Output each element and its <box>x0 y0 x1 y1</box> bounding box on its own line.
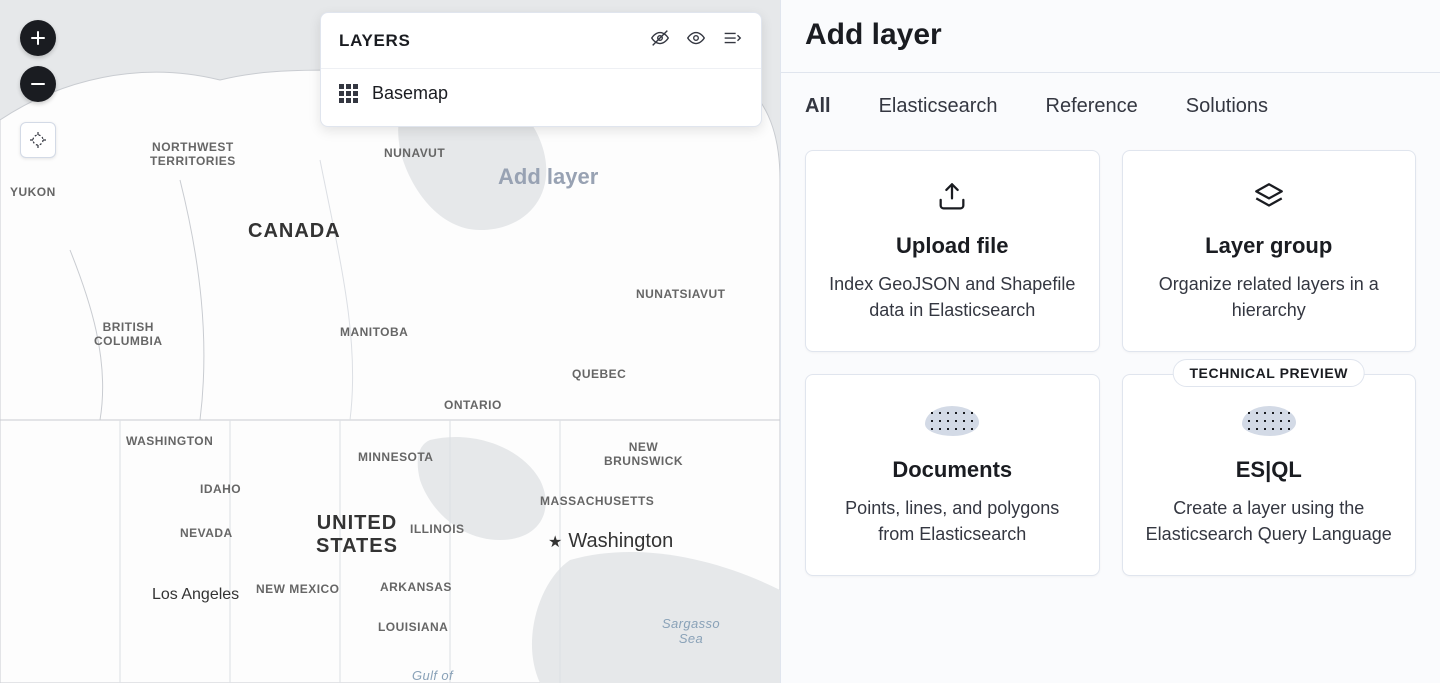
map-label-wa: WASHINGTON <box>126 434 213 448</box>
map-city-la: Los Angeles <box>152 586 239 604</box>
grid-icon <box>339 84 358 103</box>
plus-icon <box>30 30 46 46</box>
map-label-nwterr: NORTHWEST TERRITORIES <box>150 140 236 168</box>
map-label-ontario: ONTARIO <box>444 398 502 412</box>
map-label-quebec: QUEBEC <box>572 367 626 381</box>
map-capital-label: Washington <box>568 530 673 553</box>
card-desc: Points, lines, and polygons from Elastic… <box>828 495 1077 547</box>
map-label-ma: MASSACHUSETTS <box>540 494 654 508</box>
layer-item-label: Basemap <box>372 83 448 104</box>
tab-elasticsearch[interactable]: Elasticsearch <box>879 95 998 124</box>
map-label-sargasso: Sargasso Sea <box>662 616 720 646</box>
layer-source-tabs: All Elasticsearch Reference Solutions <box>781 73 1440 132</box>
map-label-bc: BRITISH COLUMBIA <box>94 320 163 348</box>
map-label-nv: NEVADA <box>180 526 233 540</box>
eye-icon[interactable] <box>685 27 707 54</box>
esql-icon <box>1145 403 1394 439</box>
card-esql[interactable]: TECHNICAL PREVIEW ES|QL Create a layer u… <box>1122 374 1417 576</box>
card-title: Layer group <box>1145 233 1394 259</box>
card-upload-file[interactable]: Upload file Index GeoJSON and Shapefile … <box>805 150 1100 352</box>
card-title: ES|QL <box>1145 457 1394 483</box>
tab-all[interactable]: All <box>805 95 831 124</box>
map-label-nm: NEW MEXICO <box>256 582 339 596</box>
add-layer-panel: Add layer All Elasticsearch Reference So… <box>780 0 1440 683</box>
map-label-nunavut: NUNAVUT <box>384 146 445 160</box>
crosshair-icon <box>29 131 47 149</box>
card-title: Upload file <box>828 233 1077 259</box>
map-label-il: ILLINOIS <box>410 522 465 536</box>
map-label-nunatsiavut: NUNATSIAVUT <box>636 287 726 301</box>
eye-slash-icon[interactable] <box>649 27 671 54</box>
add-layer-title: Add layer <box>805 18 1416 52</box>
map-label-id: IDAHO <box>200 482 241 496</box>
card-title: Documents <box>828 457 1077 483</box>
card-layer-group[interactable]: Layer group Organize related layers in a… <box>1122 150 1417 352</box>
zoom-controls <box>20 20 56 158</box>
map-label-la-state: LOUISIANA <box>378 620 448 634</box>
card-desc: Create a layer using the Elasticsearch Q… <box>1145 495 1394 547</box>
technical-preview-badge: TECHNICAL PREVIEW <box>1172 359 1365 387</box>
map-label-us: UNITED STATES <box>316 512 398 558</box>
zoom-in-button[interactable] <box>20 20 56 56</box>
map-label-manitoba: MANITOBA <box>340 325 408 339</box>
documents-icon <box>828 403 1077 439</box>
upload-icon <box>828 179 1077 215</box>
card-desc: Organize related layers in a hierarchy <box>1145 271 1394 323</box>
layer-item-basemap[interactable]: Basemap <box>321 69 761 126</box>
zoom-out-button[interactable] <box>20 66 56 102</box>
minus-icon <box>30 76 46 92</box>
map-viewport[interactable]: YUKON NORTHWEST TERRITORIES NUNAVUT CANA… <box>0 0 780 683</box>
map-label-gulf: Gulf of <box>412 668 453 683</box>
map-label-canada: CANADA <box>248 220 341 243</box>
add-layer-ghost-button[interactable]: Add layer <box>498 164 598 190</box>
map-label-mn: MINNESOTA <box>358 450 433 464</box>
star-icon: ★ <box>548 532 562 552</box>
layers-panel: LAYERS Basemap <box>320 12 762 127</box>
map-capital-dc: ★ Washington <box>548 530 673 553</box>
layer-source-cards: Upload file Index GeoJSON and Shapefile … <box>781 132 1440 594</box>
layers-panel-header: LAYERS <box>321 13 761 69</box>
collapse-icon[interactable] <box>721 27 743 54</box>
map-label-nb: NEW BRUNSWICK <box>604 440 683 468</box>
locate-button[interactable] <box>20 122 56 158</box>
tab-solutions[interactable]: Solutions <box>1186 95 1268 124</box>
card-desc: Index GeoJSON and Shapefile data in Elas… <box>828 271 1077 323</box>
tab-reference[interactable]: Reference <box>1046 95 1138 124</box>
add-layer-header: Add layer <box>781 0 1440 72</box>
map-label-ar: ARKANSAS <box>380 580 452 594</box>
map-label-yukon: YUKON <box>10 185 56 199</box>
layers-panel-title: LAYERS <box>339 31 649 51</box>
card-documents[interactable]: Documents Points, lines, and polygons fr… <box>805 374 1100 576</box>
layers-icon <box>1145 179 1394 215</box>
